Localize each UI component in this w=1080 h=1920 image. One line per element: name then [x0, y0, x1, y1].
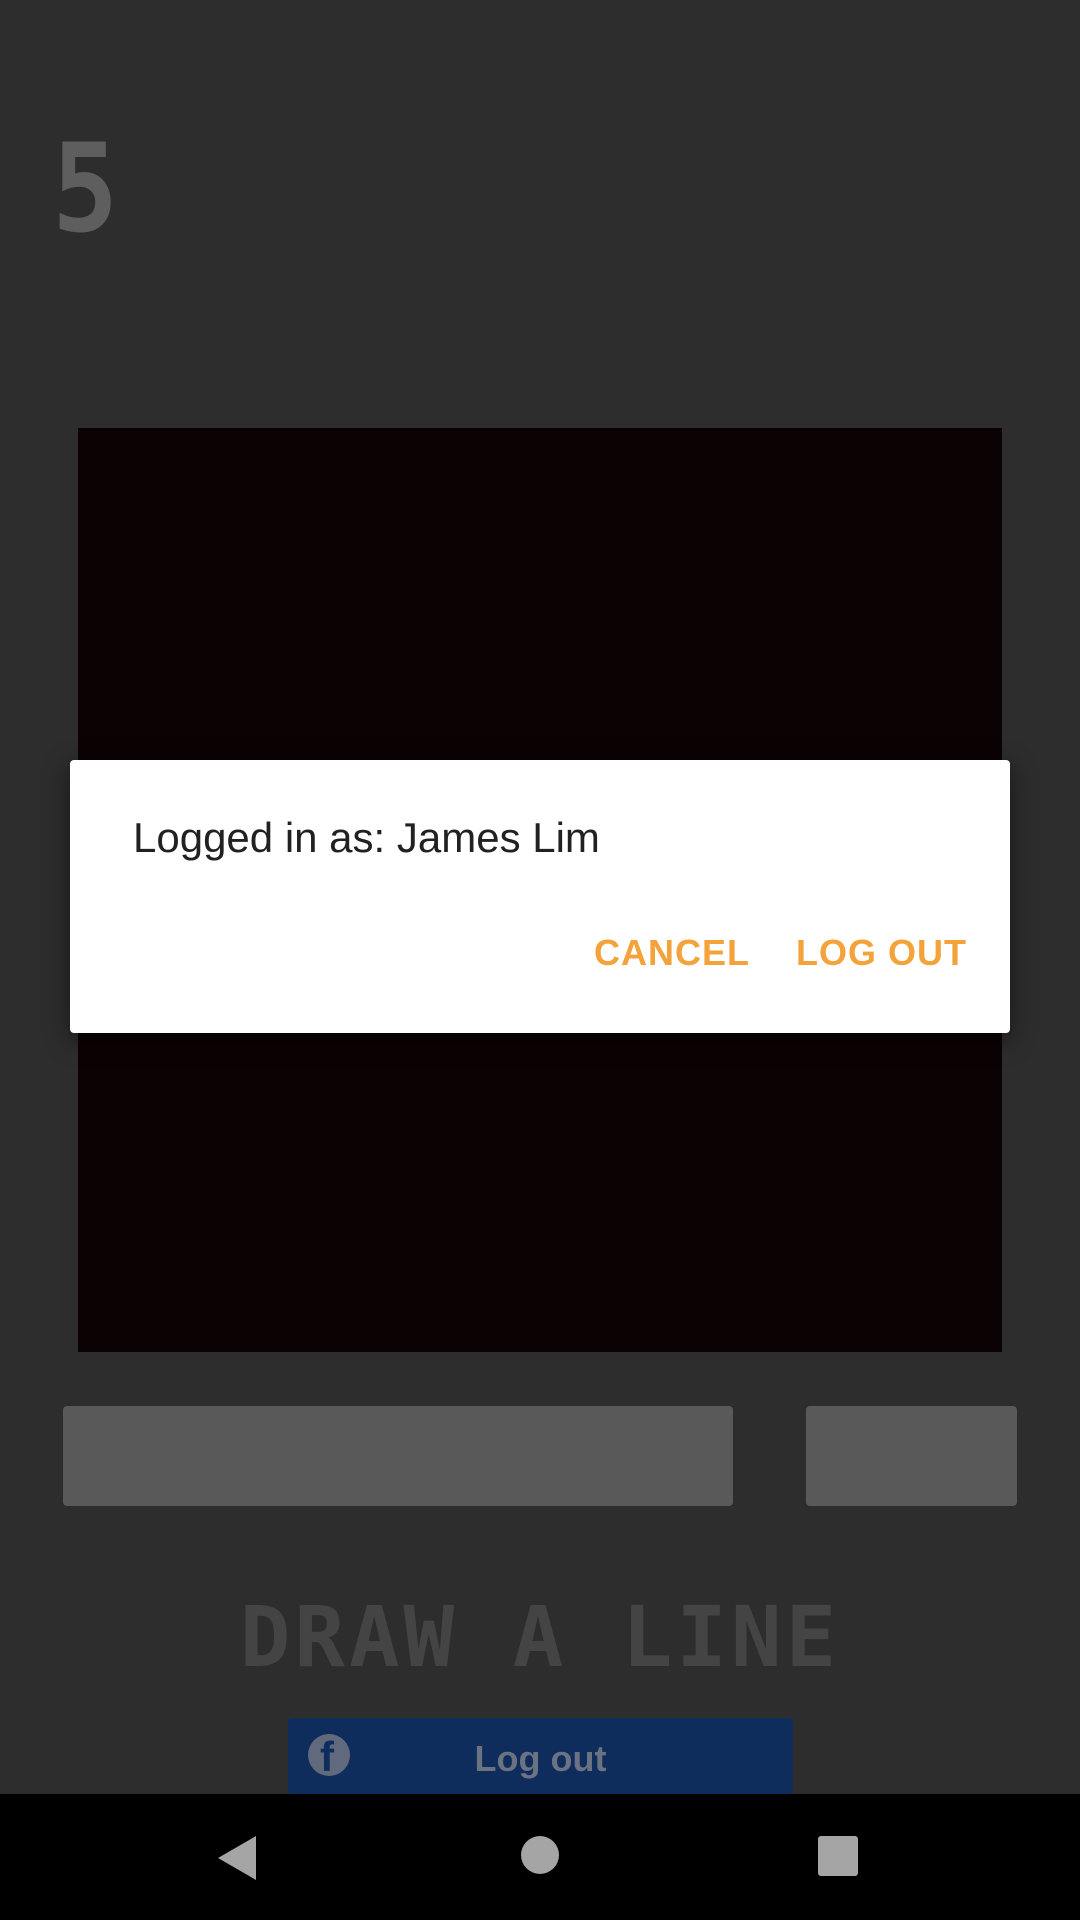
facebook-button-label: Log out — [474, 1738, 607, 1779]
recents-square-icon[interactable] — [818, 1836, 858, 1876]
logged-in-dialog: Logged in as: James Lim CANCEL LOG OUT — [70, 760, 1010, 1033]
home-circle-icon[interactable] — [521, 1836, 559, 1874]
score-display: 5 — [52, 118, 119, 260]
game-title: DRAW A LINE — [239, 1588, 841, 1686]
app-screen: 5 DRAW A LINE f Log out Logged in as: Ja… — [0, 0, 1080, 1920]
dialog-message: Logged in as: James Lim — [133, 814, 600, 861]
secondary-action-button[interactable] — [806, 1406, 1017, 1506]
primary-action-button[interactable] — [63, 1406, 733, 1506]
cancel-button[interactable]: CANCEL — [594, 932, 750, 974]
system-nav-bar — [0, 1794, 1080, 1920]
log-out-button[interactable]: LOG OUT — [796, 932, 967, 974]
back-triangle-icon[interactable] — [218, 1836, 256, 1880]
facebook-logout-button[interactable]: f Log out — [288, 1718, 793, 1794]
